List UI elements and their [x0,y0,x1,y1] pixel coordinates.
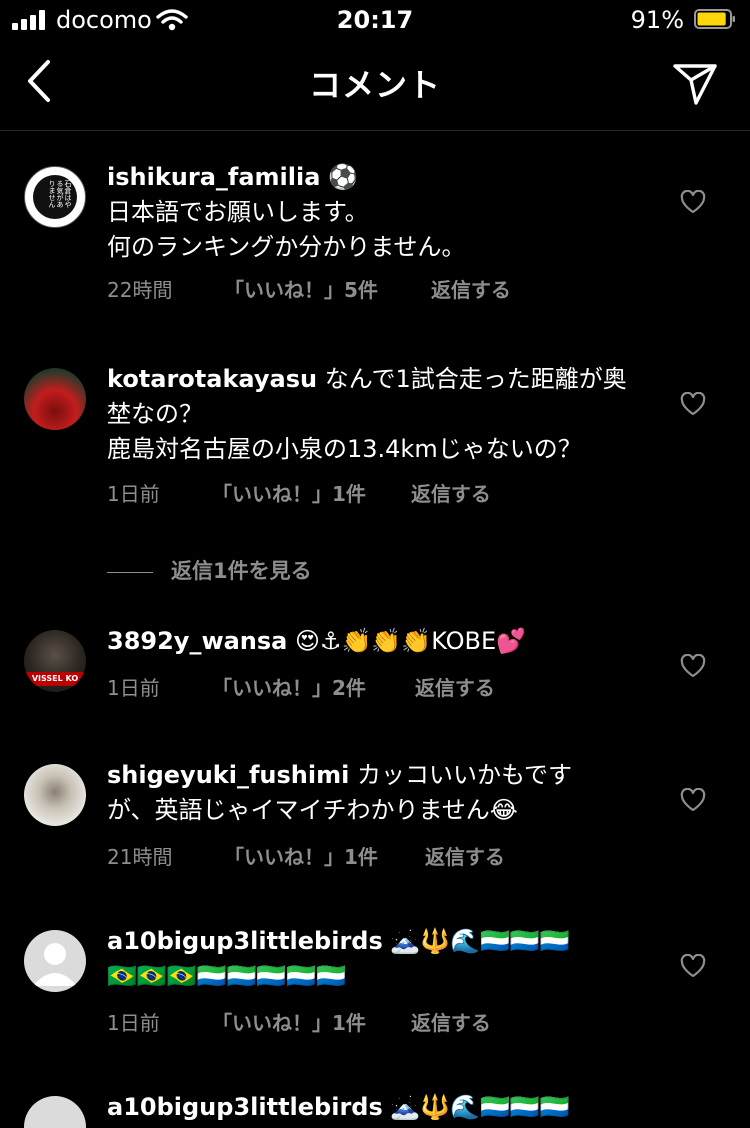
comment-likes[interactable]: 「いいね！」1件 [212,479,404,509]
reply-button[interactable]: 返信する [431,275,511,305]
comment-likes[interactable]: 「いいね！」2件 [212,673,408,703]
battery-percent: 91% [630,6,684,34]
avatar[interactable]: 石倉はやる気がありません [24,166,86,228]
reply-button[interactable]: 返信する [415,673,495,703]
like-heart-icon[interactable] [680,788,706,812]
send-paper-plane-icon[interactable] [672,62,718,106]
avatar-logo-text: 石倉はやる気がありません [33,175,77,219]
reply-button[interactable]: 返信する [425,842,505,872]
comment-text: ishikura_familia ⚽ 日本語でお願いします。 何のランキングか分… [107,160,637,265]
view-replies-label: 返信1件を見る [171,559,312,583]
comment-username[interactable]: kotarotakayasu [107,365,317,393]
reply-button[interactable]: 返信する [411,479,491,509]
comment-text: a10bigup3littlebirds 🗻🔱🌊🇸🇱🇸🇱🇸🇱 [107,1090,637,1125]
comment-username[interactable]: shigeyuki_fushimi [107,761,349,789]
battery-icon [694,9,735,29]
comment-body: 🗻🔱🌊🇸🇱🇸🇱🇸🇱 [382,1093,570,1121]
comment-meta: 1日前 「いいね！」1件 返信する [107,1008,637,1038]
comment-time: 21時間 [107,845,173,869]
comment-time: 22時間 [107,278,173,302]
default-avatar-icon [33,943,77,986]
like-heart-icon[interactable] [680,654,706,678]
comment-body: 日本語でお願いします。 何のランキングか分かりません。 [107,198,466,261]
like-heart-icon[interactable] [680,954,706,978]
username-emoji: ⚽ [320,163,358,191]
avatar[interactable] [24,930,86,992]
status-bar: docomo 20:17 91% [0,0,750,44]
comment-meta: 1日前 「いいね！」1件 返信する [107,479,637,509]
comment-username[interactable]: 3892y_wansa [107,627,287,655]
comment-likes[interactable]: 「いいね！」1件 [224,842,418,872]
avatar[interactable] [24,764,86,826]
comment-text: shigeyuki_fushimi カッコいいかもです が、英語じゃイマイチわか… [107,758,637,828]
avatar[interactable] [24,1096,86,1128]
comment-likes[interactable]: 「いいね！」5件 [224,275,424,305]
divider [107,571,153,573]
comment-item: a10bigup3littlebirds 🗻🔱🌊🇸🇱🇸🇱🇸🇱 [0,1090,750,1128]
comment-meta: 22時間 「いいね！」5件 返信する [107,275,637,305]
comment-text: 3892y_wansa 😍⚓👏👏👏KOBE💕 [107,624,637,659]
comment-username[interactable]: ishikura_familia [107,163,320,191]
comment-username[interactable]: a10bigup3littlebirds [107,927,383,955]
comment-body: 😍⚓👏👏👏KOBE💕 [287,627,527,655]
like-heart-icon[interactable] [680,190,706,214]
view-replies-button[interactable]: 返信1件を見る [107,556,312,586]
comment-time: 1日前 [107,676,160,700]
top-navigation: コメント [0,44,750,131]
avatar-logo-text: VISSEL KO [24,672,86,686]
comment-meta: 21時間 「いいね！」1件 返信する [107,842,637,872]
avatar[interactable] [24,368,86,430]
avatar[interactable]: VISSEL KO [24,630,86,692]
reply-button[interactable]: 返信する [411,1008,491,1038]
comment-text: kotarotakayasu なんで1試合走った距離が奥埜なの？ 鹿島対名古屋の… [107,362,637,467]
comment-text: a10bigup3littlebirds 🗻🔱🌊🇸🇱🇸🇱🇸🇱 🇧🇷🇧🇷🇧🇷🇸🇱🇸… [107,924,637,994]
comment-meta: 1日前 「いいね！」2件 返信する [107,673,637,703]
comment-username[interactable]: a10bigup3littlebirds [107,1093,383,1121]
comment-time: 1日前 [107,1011,160,1035]
like-heart-icon[interactable] [680,392,706,416]
comment-likes[interactable]: 「いいね！」1件 [212,1008,404,1038]
page-title: コメント [308,66,441,104]
comment-time: 1日前 [107,482,160,506]
